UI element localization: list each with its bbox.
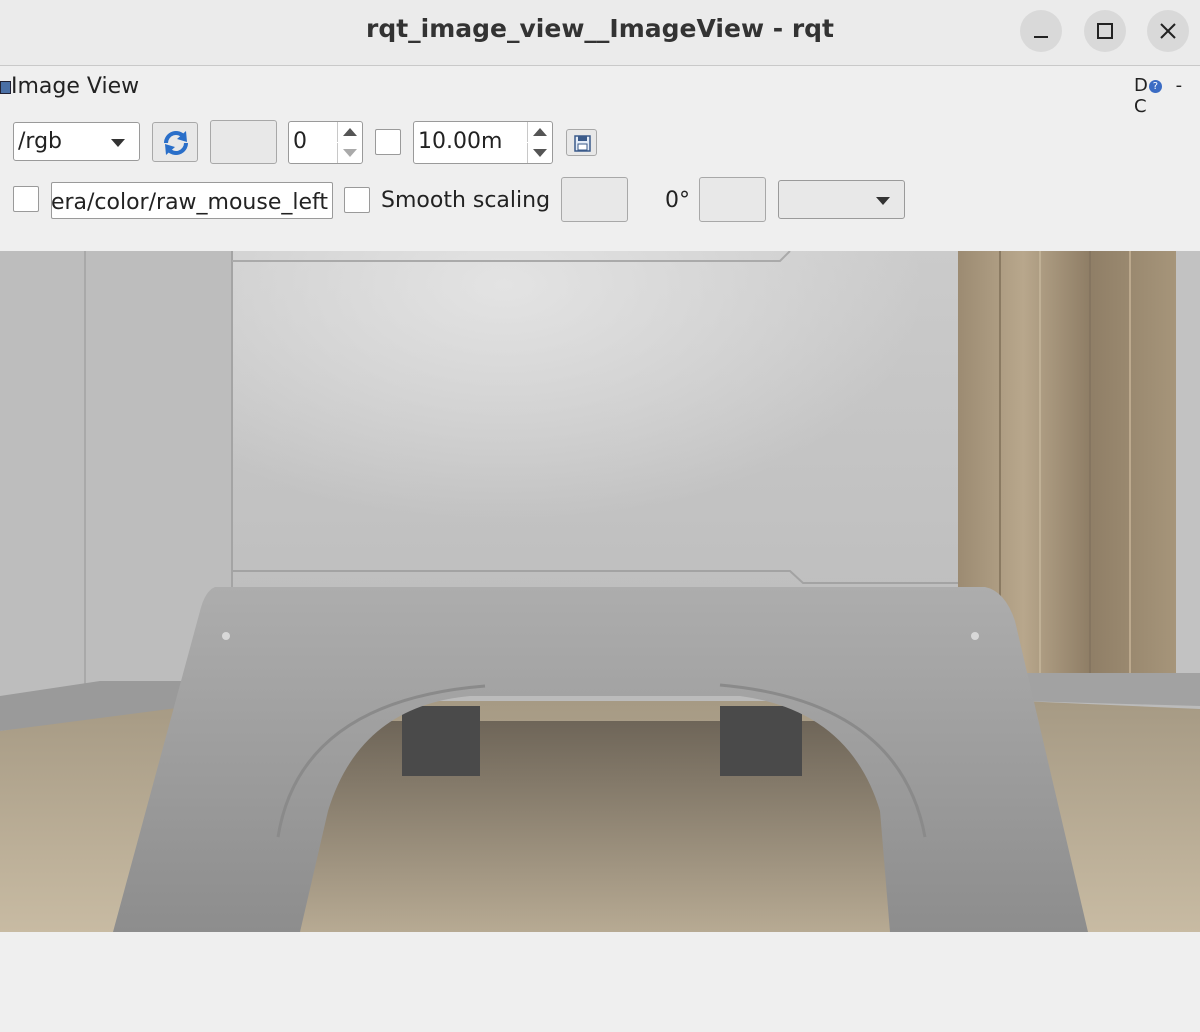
chevron-down-icon [876, 197, 890, 205]
maximize-button[interactable] [1084, 10, 1126, 52]
arrow-down-icon [343, 149, 357, 157]
minimize-button[interactable] [1020, 10, 1062, 52]
panel-title: Image View [11, 74, 140, 99]
rotation-label: 0° [665, 188, 690, 213]
arrow-down-icon [533, 149, 547, 157]
range-up-button[interactable] [527, 122, 552, 142]
refresh-button[interactable] [152, 122, 198, 162]
mouse-topic-field[interactable]: nera/color/raw_mouse_left [51, 182, 333, 219]
range-spinbox-value: 10.00m [418, 129, 503, 154]
image-viewport[interactable] [0, 251, 1200, 932]
window-titlebar: rqt_image_view__ImageView - rqt [0, 0, 1200, 66]
color-scheme-combobox[interactable] [778, 180, 905, 219]
refresh-icon [164, 131, 188, 155]
smooth-scaling-label: Smooth scaling [381, 188, 551, 213]
help-icon[interactable]: ? [1148, 79, 1162, 93]
panel-header: Image View D? - C [0, 72, 1200, 117]
minimize-icon [1034, 36, 1048, 38]
close-button[interactable] [1147, 10, 1189, 52]
rotate-left-button[interactable] [561, 177, 628, 222]
blank-button[interactable] [210, 120, 277, 164]
camera-image [0, 251, 1200, 932]
rotate-right-button[interactable] [699, 177, 766, 222]
mouse-publish-checkbox[interactable] [13, 186, 39, 212]
spin-down-button[interactable] [337, 143, 362, 163]
dock-button[interactable]: D [1134, 75, 1148, 96]
mouse-topic-value: nera/color/raw_mouse_left [51, 190, 328, 215]
save-icon [574, 135, 591, 152]
range-checkbox[interactable] [375, 129, 401, 155]
close-icon [1160, 23, 1176, 39]
maximize-icon [1097, 23, 1113, 39]
arrow-up-icon [533, 128, 547, 136]
number-spinbox[interactable]: 0 [288, 121, 363, 164]
topic-combobox[interactable]: /rgb [13, 122, 140, 161]
spin-up-button[interactable] [337, 122, 362, 142]
chevron-down-icon [111, 139, 125, 147]
topic-combobox-value: /rgb [18, 129, 62, 154]
range-down-button[interactable] [527, 143, 552, 163]
panel-icon [0, 81, 11, 94]
number-spinbox-value: 0 [293, 129, 307, 154]
arrow-up-icon [343, 128, 357, 136]
panel-controls: D? - C [1134, 75, 1200, 117]
range-spinbox[interactable]: 10.00m [413, 121, 553, 164]
save-button[interactable] [566, 129, 597, 156]
smooth-scaling-checkbox[interactable] [344, 187, 370, 213]
